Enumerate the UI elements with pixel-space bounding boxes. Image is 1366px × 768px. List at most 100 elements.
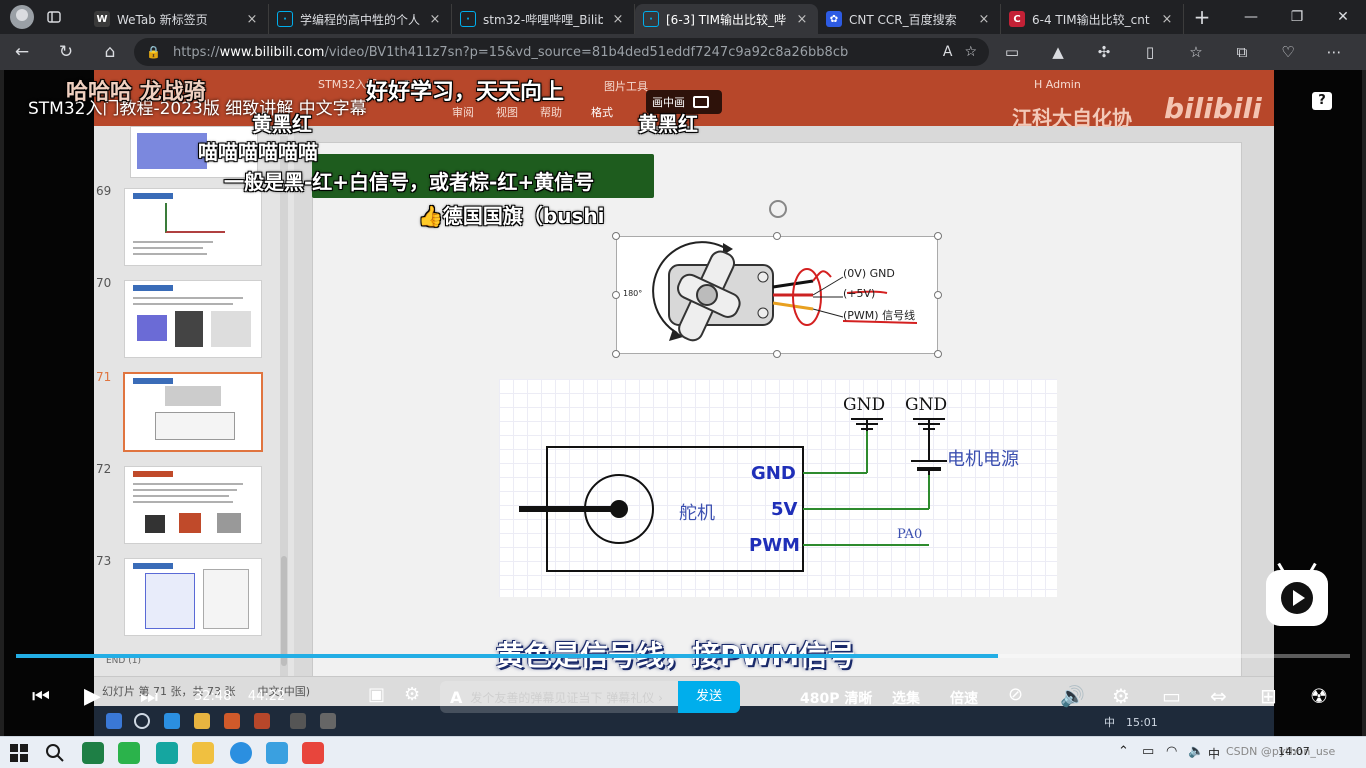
resize-handle[interactable] xyxy=(612,291,620,299)
bilibili-tv-icon: · xyxy=(460,11,476,27)
bilibili-tv-play-icon[interactable] xyxy=(1266,570,1328,626)
tab-close-icon[interactable]: × xyxy=(976,12,992,27)
help-icon[interactable]: ? xyxy=(1312,92,1332,110)
tab-close-icon[interactable]: × xyxy=(794,12,810,27)
resize-handle[interactable] xyxy=(612,232,620,240)
video-player[interactable]: STM32入门……rPoint 图片工具 审阅 视图 帮助 格式 H Admin… xyxy=(4,70,1362,736)
address-bar[interactable]: 🔒 https://www.bilibili.com/video/BV1th41… xyxy=(134,38,989,66)
pip-icon xyxy=(693,96,709,108)
servo-image[interactable]: 180° (0V) GND (+5V) (PWM) 信号线 xyxy=(616,236,938,354)
slide-thumb-selected[interactable] xyxy=(123,372,263,452)
tab-bilibili-stm32[interactable]: · stm32-哔哩哔哩_Bilibili × xyxy=(452,4,635,34)
resize-handle[interactable] xyxy=(934,291,942,299)
reload-icon[interactable]: ↻ xyxy=(44,42,88,62)
tab-bilibili-space[interactable]: · 学编程的高中牲的个人 × xyxy=(269,4,452,34)
wps-icon[interactable] xyxy=(302,742,324,764)
back-icon[interactable]: ← xyxy=(0,42,44,62)
windows-start-icon[interactable] xyxy=(8,742,30,764)
mini-player-icon[interactable]: ▭ xyxy=(1162,684,1181,708)
volume-icon[interactable]: 🔊 xyxy=(1060,684,1085,708)
extensions-puzzle-icon[interactable]: ✣ xyxy=(1081,43,1127,61)
gnd-label-2: GND xyxy=(905,395,948,415)
resize-handle[interactable] xyxy=(934,350,942,358)
subtitle-off-icon[interactable]: ⊘ xyxy=(1008,684,1023,705)
tab-close-icon[interactable]: × xyxy=(1159,12,1175,27)
window-close-icon[interactable]: ✕ xyxy=(1320,9,1366,25)
resize-handle[interactable] xyxy=(934,232,942,240)
home-icon[interactable]: ⌂ xyxy=(88,42,132,62)
web-fullscreen-icon[interactable]: ⊞ xyxy=(1260,684,1277,708)
slide-number: 69 xyxy=(96,184,112,198)
more-menu-icon[interactable]: ⋯ xyxy=(1311,43,1357,61)
picture-tools-label: 图片工具 xyxy=(604,80,648,93)
tab-baidu[interactable]: ✿ CNT CCR_百度搜索 × xyxy=(818,4,1001,34)
app-qc-icon[interactable] xyxy=(118,742,140,764)
system-clock[interactable]: 14:07 xyxy=(1278,745,1310,758)
danmaku-style-icon[interactable]: A xyxy=(450,688,462,707)
tab-actions-icon[interactable] xyxy=(40,3,68,31)
split-screen-icon[interactable]: ▯ xyxy=(1127,43,1173,61)
resize-handle[interactable] xyxy=(773,350,781,358)
tray-expand-icon[interactable]: ⌃ xyxy=(1118,744,1129,759)
next-icon[interactable]: ⏭ xyxy=(140,684,158,708)
extension-logo-icon[interactable]: ▲ xyxy=(1035,43,1081,61)
restore-icon[interactable]: ❐ xyxy=(1274,9,1320,25)
browser-essentials-icon[interactable]: ♡ xyxy=(1265,43,1311,61)
windows-taskbar: ⌃ ▭ ◠ 🔈 中 CSDN @python_use 14:07 xyxy=(0,736,1366,768)
file-explorer-icon[interactable] xyxy=(192,742,214,764)
send-danmaku-button[interactable]: 发送 xyxy=(678,681,740,713)
edge-browser-icon[interactable] xyxy=(230,742,252,764)
lock-icon[interactable]: 🔒 xyxy=(146,45,161,59)
minimize-icon[interactable]: — xyxy=(1228,9,1274,25)
slide-thumb[interactable] xyxy=(124,188,262,266)
app-icon[interactable] xyxy=(156,742,178,764)
widescreen-icon[interactable]: ⇔ xyxy=(1210,684,1227,708)
favorite-star-icon[interactable]: ☆ xyxy=(964,44,977,60)
new-tab-button[interactable]: + xyxy=(1184,5,1220,29)
progress-bar[interactable] xyxy=(16,654,1350,660)
tab-wetab[interactable]: W WeTab 新标签页 × xyxy=(86,4,269,34)
input-language[interactable]: 中 xyxy=(1208,745,1220,762)
fullscreen-icon[interactable]: ☢ xyxy=(1310,684,1328,708)
profile-avatar[interactable] xyxy=(10,5,34,29)
reading-view-icon[interactable]: ▭ xyxy=(989,43,1035,61)
gnd-label-1: GND xyxy=(843,395,886,415)
app-icon[interactable] xyxy=(266,742,288,764)
danmaku-comment: 喵喵喵喵喵喵 xyxy=(198,140,318,164)
resize-handle[interactable] xyxy=(773,232,781,240)
slide-number: 72 xyxy=(96,462,112,476)
tab-close-icon[interactable]: × xyxy=(427,12,443,27)
wifi-icon[interactable]: ◠ xyxy=(1166,744,1177,759)
settings-gear-icon[interactable]: ⚙ xyxy=(1112,684,1130,708)
tab-close-icon[interactable]: × xyxy=(244,12,260,27)
collections-icon[interactable]: ⧉ xyxy=(1219,43,1265,61)
episodes-button[interactable]: 选集 xyxy=(892,688,920,708)
speaker-icon[interactable]: 🔈 xyxy=(1188,744,1204,759)
thumbnail-scrollbar[interactable] xyxy=(280,136,288,676)
play-icon[interactable]: ▶ xyxy=(84,684,101,709)
taskbar-search-icon[interactable] xyxy=(44,742,66,764)
resize-handle[interactable] xyxy=(612,350,620,358)
slide-thumb[interactable] xyxy=(124,558,262,636)
servo-circuit-diagram[interactable]: GND GND 电机电源 舵机 GND 5V PWM PA0 xyxy=(499,379,1057,597)
tab-close-icon[interactable]: × xyxy=(610,12,626,27)
url-text[interactable]: https://www.bilibili.com/video/BV1th411z… xyxy=(173,45,931,60)
battery-icon[interactable]: ▭ xyxy=(1142,744,1154,759)
tab-video-active[interactable]: · [6-3] TIM输出比较_哔 × xyxy=(635,4,818,34)
danmaku-input[interactable]: A 发个友善的弹幕见证当下 弹幕礼仪 › xyxy=(440,681,678,713)
danmaku-settings-icon[interactable]: ⚙ xyxy=(404,684,420,705)
slide-number: 73 xyxy=(96,554,112,568)
rotate-handle-icon[interactable] xyxy=(769,200,787,218)
danmaku-toggle-icon[interactable]: ▣ xyxy=(368,684,385,705)
slide-thumb[interactable] xyxy=(124,280,262,358)
slide-thumb[interactable] xyxy=(124,466,262,544)
read-aloud-icon[interactable]: A xyxy=(943,44,953,60)
quality-button[interactable]: 480P 清晰 xyxy=(800,688,872,708)
previous-icon[interactable]: ⏮ xyxy=(32,684,50,708)
favorites-icon[interactable]: ☆ xyxy=(1173,43,1219,61)
ribbon-tab-view: 视图 xyxy=(496,106,518,119)
excel-icon[interactable] xyxy=(82,742,104,764)
speed-button[interactable]: 倍速 xyxy=(950,688,978,708)
tab-csdn[interactable]: C 6-4 TIM输出比较_cnt × xyxy=(1001,4,1184,34)
browser-tab-bar: W WeTab 新标签页 × · 学编程的高中牲的个人 × · stm32-哔哩… xyxy=(0,0,1366,34)
